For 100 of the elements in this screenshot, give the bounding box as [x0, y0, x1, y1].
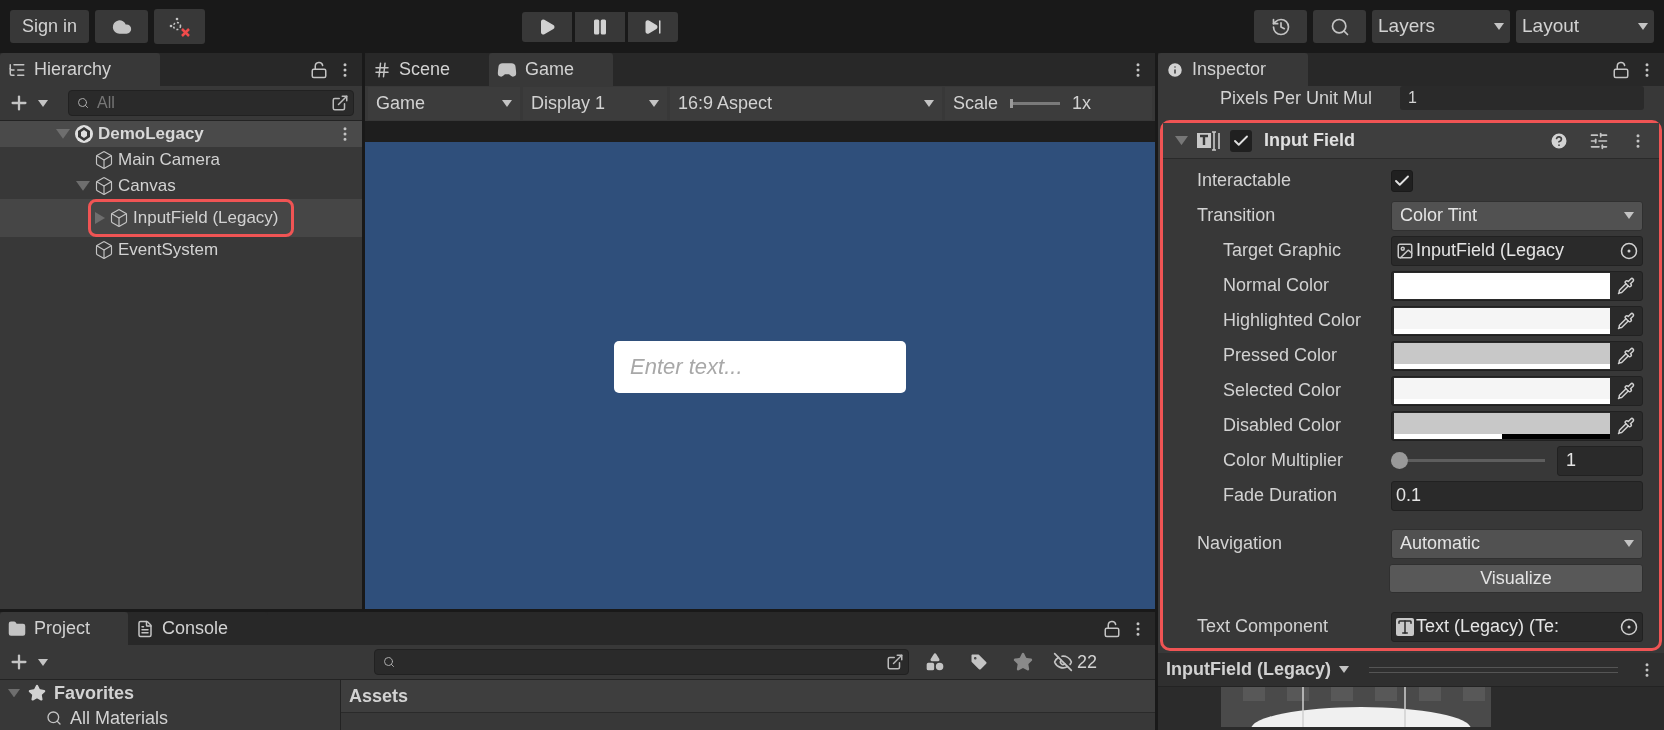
star-icon[interactable] [1013, 652, 1033, 672]
property-label: Pixels Per Unit Mul [1220, 86, 1374, 110]
aspect-dropdown[interactable]: 16:9 Aspect [670, 87, 942, 120]
tag-icon[interactable] [969, 652, 989, 672]
popout-icon[interactable] [331, 94, 349, 112]
eyedropper-icon[interactable] [1617, 311, 1635, 330]
property-label: Pressed Color [1222, 344, 1339, 367]
favorite-item[interactable]: All Materials [70, 704, 169, 730]
presets-icon[interactable] [1589, 130, 1609, 151]
history-button[interactable] [1254, 10, 1307, 43]
layers-dropdown[interactable]: Layers [1372, 10, 1510, 43]
panel-tab[interactable]: Game [489, 53, 613, 86]
caret-icon [1494, 23, 1504, 30]
scale-label: Scale [953, 92, 999, 115]
search-icon [383, 656, 395, 668]
favorites-label[interactable]: Favorites [54, 680, 135, 707]
number-field[interactable]: 1 [1400, 86, 1644, 110]
display-dropdown[interactable]: Display 1 [523, 87, 667, 120]
pause-button[interactable] [574, 11, 625, 42]
lock-icon[interactable] [1103, 619, 1121, 638]
dropdown[interactable]: Automatic [1391, 528, 1643, 559]
object-field[interactable]: InputField (Legacy [1391, 235, 1643, 266]
property-label: Target Graphic [1222, 239, 1343, 262]
property-label: Disabled Color [1222, 414, 1343, 437]
shapes-icon[interactable] [925, 652, 945, 672]
search-button[interactable] [1313, 10, 1366, 43]
color-swatch[interactable] [1394, 342, 1610, 364]
eyedropper-icon[interactable] [1617, 381, 1635, 400]
caret-icon[interactable] [1339, 666, 1349, 673]
hierarchy-item[interactable]: Canvas [118, 173, 176, 199]
popout-icon[interactable] [886, 653, 904, 671]
scale-slider-thumb[interactable] [1010, 99, 1014, 108]
search-icon [1329, 16, 1350, 37]
enabled-checkbox[interactable] [1230, 129, 1252, 152]
component-header[interactable]: Input Field [1163, 123, 1659, 159]
caret-icon [924, 100, 934, 107]
caret-icon[interactable] [38, 99, 48, 107]
number-field[interactable]: 1 [1557, 445, 1643, 476]
view-dropdown[interactable]: Game [368, 87, 520, 120]
object-picker-icon[interactable] [1620, 241, 1638, 260]
property-label: Highlighted Color [1222, 309, 1363, 332]
search-field[interactable] [374, 649, 909, 675]
layout-dropdown[interactable]: Layout [1516, 10, 1654, 43]
slider-thumb[interactable] [1391, 452, 1408, 469]
caret-icon [1638, 23, 1648, 30]
eyedropper-icon[interactable] [1617, 416, 1635, 435]
help-icon[interactable] [1549, 130, 1569, 151]
checkbox[interactable] [1391, 169, 1413, 192]
object-picker-icon[interactable] [1620, 617, 1638, 636]
color-swatch[interactable] [1394, 377, 1610, 399]
color-swatch[interactable] [1394, 412, 1610, 434]
property-label: Selected Color [1222, 379, 1343, 402]
collapse-arrow-icon[interactable] [1175, 135, 1188, 146]
sign-in-button[interactable]: Sign in [10, 10, 90, 43]
property-label: Text Component [1196, 615, 1330, 638]
caret-icon [1624, 540, 1634, 547]
color-swatch[interactable] [1394, 307, 1610, 329]
text-icon [1396, 617, 1414, 636]
eyedropper-icon[interactable] [1617, 346, 1635, 365]
tree-row[interactable]: DemoLegacy [0, 121, 362, 147]
caret-icon [1624, 212, 1634, 219]
eyedropper-icon[interactable] [1617, 276, 1635, 295]
object-field[interactable]: Text (Legacy) (Te: [1391, 611, 1643, 642]
dropdown[interactable]: Color Tint [1391, 200, 1643, 231]
hierarchy-item[interactable]: DemoLegacy [98, 121, 204, 147]
property-label: Color Multiplier [1222, 449, 1345, 472]
collab-button[interactable] [154, 9, 206, 44]
scale-slider-track[interactable] [1010, 99, 1061, 108]
lock-icon[interactable] [1612, 60, 1630, 79]
assets-header: Assets [349, 684, 409, 708]
visualize-button[interactable]: Visualize [1389, 564, 1643, 593]
step-icon [643, 17, 662, 36]
cube-icon [109, 208, 129, 228]
play-button[interactable] [521, 11, 572, 42]
panel-tab[interactable]: Hierarchy [0, 53, 160, 86]
caret-icon [502, 100, 512, 107]
search-icon [46, 710, 62, 726]
number-field[interactable]: 0.1 [1391, 480, 1643, 511]
property-label: Interactable [1196, 169, 1293, 192]
hidden-count-button[interactable]: 22 [1053, 648, 1098, 676]
property-label: Transition [1196, 204, 1277, 227]
tree-row[interactable]: InputField (Legacy) [0, 199, 362, 237]
caret-icon[interactable] [38, 658, 48, 666]
hierarchy-item[interactable]: InputField (Legacy) [133, 205, 279, 231]
step-button[interactable] [627, 11, 678, 42]
color-swatch[interactable] [1394, 272, 1610, 294]
lock-icon[interactable] [310, 60, 328, 79]
hierarchy-item[interactable]: EventSystem [118, 237, 219, 263]
folder-icon [8, 619, 26, 638]
panel-tab[interactable]: Inspector [1158, 53, 1308, 86]
image-icon [1396, 241, 1414, 260]
cube-icon [94, 176, 114, 196]
slider-track[interactable] [1391, 452, 1545, 469]
cloud-button[interactable] [95, 10, 149, 43]
collab-error-icon [167, 15, 192, 38]
splitter-handle[interactable] [1369, 666, 1618, 673]
scale-value: 1x [1072, 92, 1092, 115]
hierarchy-item[interactable]: Main Camera [118, 147, 221, 173]
panel-tab[interactable]: Project [0, 612, 128, 645]
history-icon [1270, 16, 1291, 37]
